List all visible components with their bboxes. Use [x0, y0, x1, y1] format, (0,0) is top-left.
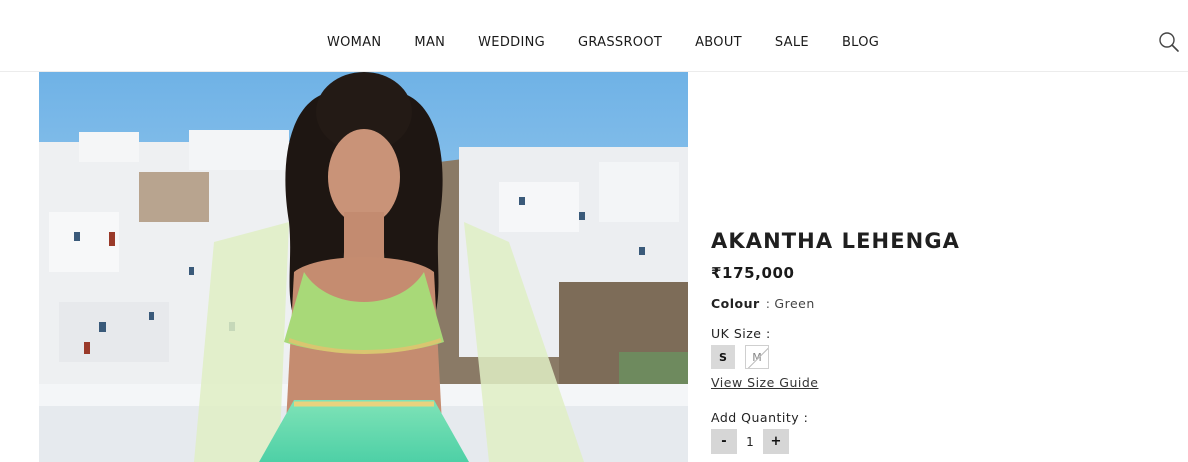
nav-item-grassroot[interactable]: GRASSROOT — [578, 35, 662, 51]
product-image[interactable] — [39, 72, 688, 462]
product-title: AKANTHA LEHENGA — [711, 229, 961, 253]
colour-row: Colour: Green — [711, 296, 815, 312]
unavailable-strike — [746, 346, 768, 368]
view-size-guide-link[interactable]: View Size Guide — [711, 375, 818, 391]
nav-item-wedding[interactable]: WEDDING — [478, 35, 545, 51]
size-selector: S M — [711, 345, 769, 369]
quantity-increase-button[interactable]: + — [763, 429, 789, 454]
size-option-s[interactable]: S — [711, 345, 735, 369]
nav-item-woman[interactable]: WOMAN — [327, 35, 381, 51]
quantity-label: Add Quantity : — [711, 410, 809, 425]
nav-item-man[interactable]: MAN — [414, 35, 445, 51]
size-label: UK Size : — [711, 326, 771, 341]
quantity-value[interactable]: 1 — [737, 435, 763, 449]
quantity-stepper: - 1 + — [711, 429, 789, 454]
quantity-decrease-button[interactable]: - — [711, 429, 737, 454]
size-option-m-unavailable[interactable]: M — [745, 345, 769, 369]
colour-value: Green — [774, 296, 815, 311]
colour-label: Colour — [711, 296, 760, 311]
colour-separator: : — [765, 296, 771, 311]
product-info: AKANTHA LEHENGA ₹175,000 Colour: Green UK… — [711, 0, 1171, 462]
product-price: ₹175,000 — [711, 264, 795, 282]
model-photo — [39, 72, 688, 462]
